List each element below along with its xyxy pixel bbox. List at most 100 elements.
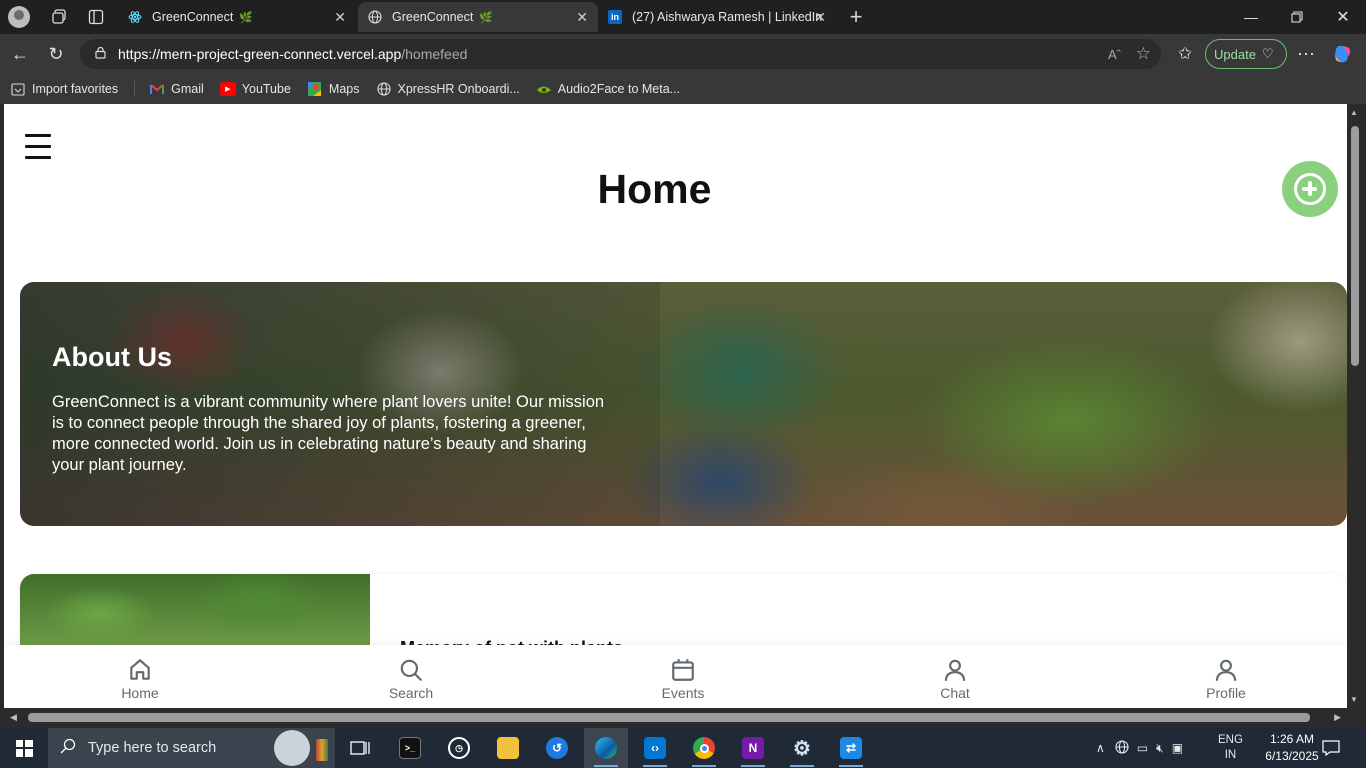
read-aloud-icon[interactable]: Aˆ bbox=[1108, 47, 1121, 62]
search-icon bbox=[400, 659, 422, 681]
nav-events[interactable]: Events bbox=[638, 657, 728, 701]
tab-greenconnect-2[interactable]: GreenConnect 🌿 ✕ bbox=[358, 2, 598, 32]
tab-title: GreenConnect bbox=[152, 10, 234, 24]
bookmark-maps[interactable]: Maps bbox=[307, 82, 360, 96]
alarm-clock-icon: ◷ bbox=[448, 737, 470, 759]
nav-label: Search bbox=[388, 685, 434, 701]
close-tab-icon[interactable]: ✕ bbox=[334, 9, 346, 26]
scroll-right-icon[interactable]: ▶ bbox=[1334, 712, 1341, 723]
favorite-star-icon[interactable]: ☆ bbox=[1136, 44, 1151, 64]
refresh-icon[interactable]: ↻ bbox=[41, 40, 71, 68]
address-bar[interactable]: https://mern-project-green-connect.verce… bbox=[80, 39, 1161, 69]
vertical-scroll-thumb[interactable] bbox=[1351, 126, 1359, 366]
language-line1: ENG bbox=[1218, 734, 1243, 746]
clock-date: 6/13/2025 bbox=[1265, 749, 1319, 763]
volume-muted-icon[interactable]: 🔇︎ bbox=[1156, 741, 1164, 756]
new-tab-icon[interactable]: + bbox=[842, 3, 870, 31]
taskbar-edge[interactable] bbox=[584, 728, 628, 768]
more-options-icon[interactable]: ⋯ bbox=[1291, 40, 1321, 68]
nav-label: Profile bbox=[1206, 685, 1246, 701]
lock-icon[interactable] bbox=[92, 46, 108, 62]
globe-icon bbox=[376, 82, 392, 96]
favorites-icon[interactable]: ✩ bbox=[1170, 40, 1200, 68]
clock-time: 1:26 AM bbox=[1269, 732, 1315, 746]
profile-avatar[interactable] bbox=[8, 6, 30, 28]
close-tab-icon[interactable]: ✕ bbox=[576, 9, 588, 26]
tab-title: GreenConnect bbox=[392, 10, 474, 24]
nav-home[interactable]: Home bbox=[95, 657, 185, 701]
battery-icon[interactable]: ▭ bbox=[1137, 741, 1148, 755]
menu-icon[interactable] bbox=[25, 134, 51, 162]
copilot-icon[interactable] bbox=[1328, 40, 1358, 68]
taskbar-clock-app[interactable]: ◷ bbox=[437, 728, 481, 768]
language-indicator[interactable]: ENG IN bbox=[1218, 728, 1243, 768]
taskbar-file-explorer[interactable] bbox=[486, 728, 530, 768]
update-label: Update bbox=[1214, 46, 1256, 62]
search-highlight-icon bbox=[274, 730, 310, 766]
horizontal-scrollbar[interactable]: ◀ ▶ bbox=[4, 708, 1347, 728]
minimize-icon[interactable]: — bbox=[1228, 0, 1274, 34]
update-button[interactable]: Update ♡ bbox=[1205, 39, 1287, 69]
taskbar-onenote[interactable]: N bbox=[731, 728, 775, 768]
bookmark-xpresshr[interactable]: XpressHR Onboardi... bbox=[376, 82, 520, 96]
vscode-icon: ‹› bbox=[644, 737, 666, 759]
windows-taskbar: Type here to search >_ ◷ ↺ ‹› N ⚙ ⇄ ∧ ▭ … bbox=[0, 728, 1366, 768]
taskbar-search[interactable]: Type here to search bbox=[48, 728, 335, 768]
taskbar-vscode[interactable]: ‹› bbox=[633, 728, 677, 768]
bookmark-import-favorites[interactable]: Import favorites bbox=[10, 82, 118, 96]
onenote-icon: N bbox=[742, 737, 764, 759]
back-icon[interactable]: ← bbox=[5, 40, 35, 68]
meet-now-icon[interactable]: ▣ bbox=[1172, 741, 1183, 755]
notifications-icon[interactable] bbox=[1322, 728, 1340, 768]
user-icon bbox=[944, 659, 966, 681]
network-globe-icon[interactable] bbox=[1115, 739, 1129, 757]
bookmark-label: XpressHR Onboardi... bbox=[397, 82, 520, 96]
bookmarks-bar: Import favorites Gmail ▶ YouTube Maps Xp… bbox=[0, 74, 1366, 104]
taskbar-settings[interactable]: ⚙ bbox=[780, 728, 824, 768]
show-hidden-icons-icon[interactable]: ∧ bbox=[1096, 741, 1105, 755]
bookmark-gmail[interactable]: Gmail bbox=[149, 82, 204, 96]
tab-title: (27) Aishwarya Ramesh | LinkedIn bbox=[632, 10, 823, 24]
bookmark-label: Gmail bbox=[171, 82, 204, 96]
scroll-up-icon[interactable]: ▲ bbox=[1350, 108, 1358, 117]
task-view-icon bbox=[350, 741, 370, 755]
tab-linkedin[interactable]: in (27) Aishwarya Ramesh | LinkedIn ✕ bbox=[598, 2, 836, 32]
task-view-button[interactable] bbox=[338, 728, 382, 768]
taskbar-app-blue[interactable]: ↺ bbox=[535, 728, 579, 768]
home-icon bbox=[130, 659, 150, 680]
taskbar-chrome[interactable] bbox=[682, 728, 726, 768]
taskbar-app-sync[interactable]: ⇄ bbox=[829, 728, 873, 768]
nav-search[interactable]: Search bbox=[366, 657, 456, 701]
language-line2: IN bbox=[1224, 749, 1237, 761]
books-icon bbox=[316, 739, 328, 761]
scroll-down-icon[interactable]: ▼ bbox=[1350, 695, 1358, 704]
address-toolbar: ← ↻ https://mern-project-green-connect.v… bbox=[0, 34, 1366, 74]
folder-icon bbox=[497, 737, 519, 759]
scroll-left-icon[interactable]: ◀ bbox=[10, 712, 17, 723]
taskbar-terminal[interactable]: >_ bbox=[388, 728, 432, 768]
add-post-button[interactable] bbox=[1282, 161, 1338, 217]
vertical-scrollbar[interactable]: ▲ ▼ bbox=[1347, 104, 1366, 708]
tab-greenconnect-1[interactable]: GreenConnect 🌿 ✕ bbox=[118, 2, 356, 32]
gmail-icon bbox=[149, 82, 165, 96]
horizontal-scroll-thumb[interactable] bbox=[28, 713, 1310, 722]
windows-logo-icon bbox=[15, 739, 33, 757]
nav-profile[interactable]: Profile bbox=[1181, 657, 1271, 701]
terminal-icon: >_ bbox=[399, 737, 421, 759]
start-button[interactable] bbox=[0, 728, 48, 768]
bookmark-youtube[interactable]: ▶ YouTube bbox=[219, 82, 291, 96]
restore-icon[interactable] bbox=[1274, 0, 1320, 34]
workspaces-icon[interactable] bbox=[46, 3, 74, 31]
linkedin-icon: in bbox=[608, 10, 622, 24]
globe-icon bbox=[368, 10, 382, 24]
taskbar-clock[interactable]: 1:26 AM 6/13/2025 bbox=[1252, 731, 1332, 765]
nav-chat[interactable]: Chat bbox=[910, 657, 1000, 701]
url-host: https://mern-project-green-connect.verce… bbox=[118, 46, 402, 62]
close-window-icon[interactable]: ✕ bbox=[1320, 0, 1366, 34]
vertical-tabs-icon[interactable] bbox=[82, 3, 110, 31]
bookmark-audio2face[interactable]: Audio2Face to Meta... bbox=[536, 82, 680, 96]
search-icon bbox=[60, 738, 80, 759]
close-tab-icon[interactable]: ✕ bbox=[814, 9, 826, 26]
user-icon bbox=[1215, 659, 1237, 681]
sync-icon: ⇄ bbox=[840, 737, 862, 759]
